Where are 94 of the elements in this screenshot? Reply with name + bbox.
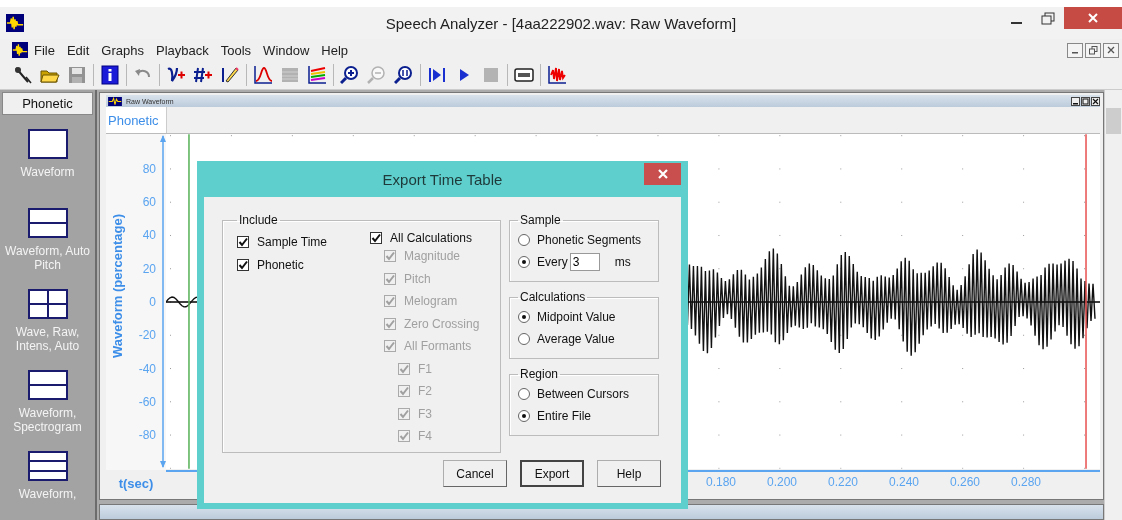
tick-label: 60 [142, 195, 156, 210]
checkbox-label: F4 [418, 429, 432, 444]
radio-button[interactable] [518, 388, 530, 400]
minimize-icon [1010, 22, 1022, 24]
tick-label: 0.240 [889, 475, 919, 489]
checkbox[interactable] [370, 232, 382, 244]
tick-label: 0.220 [828, 475, 858, 489]
menu-item[interactable]: Playback [150, 42, 215, 58]
minimize-button[interactable] [1071, 96, 1080, 106]
scrollbar-thumb[interactable] [1106, 108, 1121, 134]
tick-label: -80 [138, 428, 156, 443]
peak-chart-icon[interactable] [252, 64, 274, 86]
checkbox-label: Pitch [404, 271, 431, 286]
checkbox[interactable] [237, 236, 249, 249]
group-title: Sample [519, 213, 562, 227]
dialog-button[interactable]: Export [520, 460, 584, 487]
restore-icon [1088, 45, 1098, 55]
info-icon[interactable] [99, 64, 121, 86]
maximize-button[interactable] [1081, 96, 1090, 106]
layout-icon[interactable] [27, 208, 68, 238]
radio-label: Average Value [537, 332, 615, 346]
radio-button[interactable] [518, 234, 530, 246]
annotation-label: Phonetic [106, 107, 167, 133]
close-icon [1107, 46, 1115, 54]
tick-label: 0.280 [1011, 475, 1041, 489]
radio-label: Phonetic Segments [537, 233, 642, 247]
menu-item[interactable]: Edit [60, 42, 96, 58]
close-button[interactable] [1103, 42, 1119, 58]
tick-label: 20 [142, 261, 156, 276]
minimize-button[interactable] [1067, 42, 1083, 58]
app-icon [6, 14, 24, 32]
radio-button[interactable] [518, 333, 530, 345]
tick-label: -60 [138, 394, 156, 409]
close-icon [656, 168, 669, 180]
tick-label: 80 [142, 161, 156, 176]
checkbox[interactable] [237, 258, 249, 271]
layout-icon[interactable] [27, 289, 68, 319]
window-title: Speech Analyzer - [4aa222902.wav: Raw Waveform] [385, 14, 737, 32]
group-title: Calculations [519, 290, 587, 304]
microphone-icon[interactable] [12, 64, 34, 86]
checkbox-label: F2 [418, 384, 432, 399]
phonetic-button[interactable]: Phonetic [2, 92, 93, 115]
tick-label: 0.260 [950, 475, 980, 489]
tick-label: 40 [142, 228, 156, 243]
checkbox-label: Sample Time [257, 235, 328, 250]
app-icon [12, 42, 28, 58]
checkbox-label: F1 [418, 361, 432, 376]
radio-button[interactable] [518, 410, 530, 422]
tick-label: 0.180 [706, 475, 736, 489]
color-layers-icon[interactable] [306, 64, 328, 86]
radio-button[interactable] [518, 256, 530, 268]
menu-item[interactable]: Graphs [95, 42, 150, 58]
radio-label: Every [537, 255, 568, 269]
menu-item[interactable]: Window [257, 42, 316, 58]
dialog-button[interactable]: Cancel [443, 460, 507, 487]
layout-icon[interactable] [27, 128, 68, 159]
radio-button[interactable] [518, 311, 530, 323]
checkbox-label: All Calculations [390, 231, 473, 245]
restore-icon [1041, 12, 1055, 26]
radio-label: Midpoint Value [537, 310, 616, 324]
input-field[interactable]: 3 [569, 253, 600, 271]
waveform-icon[interactable] [546, 64, 568, 86]
layout-icon[interactable] [27, 451, 68, 481]
radio-label: Between Cursors [537, 387, 630, 401]
group-title: Region [519, 367, 560, 381]
tick-label: 0 [149, 295, 156, 309]
checkbox-label: Zero Crossing [404, 316, 480, 331]
checkbox-label: Magnitude [404, 249, 461, 264]
tick-label: 0.200 [767, 475, 797, 489]
menu-item[interactable]: File [28, 42, 61, 58]
layout-icon[interactable] [27, 370, 68, 400]
checkbox-label: Melogram [404, 294, 458, 309]
zoom-fit-icon[interactable] [393, 64, 415, 86]
menu-item[interactable]: Help [315, 42, 355, 58]
tick-label: -20 [138, 328, 156, 343]
checkbox-label: F3 [418, 406, 432, 421]
unit-label: ms [614, 255, 631, 269]
menu-item[interactable]: Tools [214, 42, 258, 58]
axis-title: t(sec) [117, 474, 155, 493]
restore-button[interactable] [1085, 42, 1101, 58]
close-icon [1092, 97, 1099, 105]
radio-label: Entire File [537, 409, 592, 423]
maximize-icon [1082, 97, 1089, 105]
checkbox-label: Phonetic [257, 257, 304, 272]
tick-label: -40 [138, 361, 156, 376]
dialog-title: Export Time Table [382, 170, 503, 188]
close-icon [1087, 12, 1099, 24]
group-title: Include [238, 213, 279, 227]
app-icon [108, 96, 122, 106]
close-button[interactable] [1091, 96, 1100, 106]
axis-title: Waveform (percentage) [110, 214, 125, 358]
checkbox-label: All Formants [404, 339, 472, 354]
dialog-button[interactable]: Help [597, 460, 661, 487]
zoom-in-icon[interactable] [339, 64, 361, 86]
